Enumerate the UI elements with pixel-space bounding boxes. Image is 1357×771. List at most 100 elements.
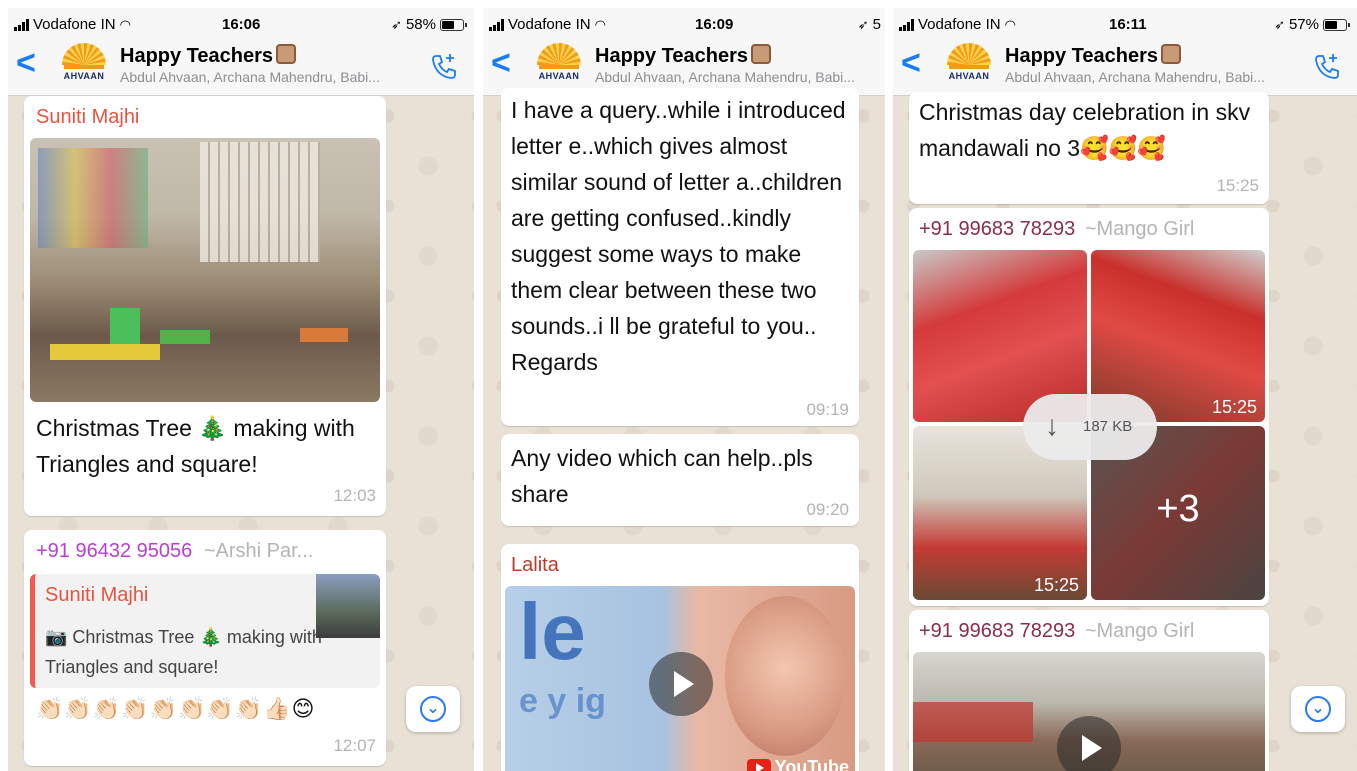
group-title[interactable]: Happy Teachers: [595, 44, 772, 68]
add-call-icon[interactable]: [430, 52, 458, 80]
message-sender[interactable]: Lalita: [511, 554, 559, 577]
status-bar: Vodafone IN ◠ 16:11 ➶ 57%: [899, 14, 1350, 36]
shared-photo[interactable]: [30, 138, 380, 402]
back-button[interactable]: <: [901, 46, 921, 80]
wifi-icon: ◠: [1004, 16, 1016, 32]
message-sender[interactable]: +91 99683 78293 ~Mango Girl: [919, 218, 1194, 241]
signal-icon: [489, 18, 504, 31]
battery-icon: [440, 18, 467, 31]
scroll-down-button[interactable]: ⌄: [1291, 686, 1345, 732]
signal-icon: [899, 18, 914, 31]
wifi-icon: ◠: [119, 16, 131, 32]
sender-alias: ~Mango Girl: [1084, 620, 1195, 642]
chat-header: Vodafone IN ◠ 16:11 ➶ 57% < AHVAAN Happy…: [893, 8, 1357, 96]
carrier-label: Vodafone IN: [918, 16, 1001, 33]
group-members[interactable]: Abdul Ahvaan, Archana Mahendru, Babi...: [120, 69, 400, 85]
message-time: 12:03: [333, 486, 376, 505]
message-sender[interactable]: +91 99683 78293 ~Mango Girl: [919, 620, 1194, 643]
location-icon: ➶: [391, 16, 402, 32]
location-icon: ➶: [857, 16, 869, 32]
logo-text: AHVAAN: [63, 71, 105, 81]
download-arrow-icon: ↓: [1045, 410, 1059, 441]
quoted-message[interactable]: Suniti Majhi 📷 Christmas Tree 🎄 making w…: [30, 574, 380, 688]
status-clock: 16:09: [695, 16, 734, 33]
video-thumbnail[interactable]: le e y ig YouTube: [505, 586, 855, 771]
group-members[interactable]: Abdul Ahvaan, Archana Mahendru, Babi...: [595, 69, 875, 85]
play-icon[interactable]: [649, 652, 713, 716]
message-bubble[interactable]: I have a query..while i introduced lette…: [501, 88, 859, 426]
play-icon[interactable]: [1057, 716, 1121, 771]
signal-icon: [14, 18, 29, 31]
chat-header: Vodafone IN ◠ 16:06 ➶ 58% < AHVAAN Happy…: [8, 8, 474, 96]
phone-screen-3: Vodafone IN ◠ 16:11 ➶ 57% < AHVAAN Happy…: [893, 8, 1357, 771]
group-members[interactable]: Abdul Ahvaan, Archana Mahendru, Babi...: [1005, 69, 1285, 85]
phone-screen-1: Vodafone IN ◠ 16:06 ➶ 58% < AHVAAN Happy…: [8, 8, 474, 771]
battery-percent: 57%: [1288, 16, 1319, 33]
reaction-emojis: 👏🏻👏🏻👏🏻👏🏻👏🏻👏🏻👏🏻👏🏻👍🏻😊: [36, 696, 316, 721]
phone-screen-2: Vodafone IN ◠ 16:09 ➶ 5 < AHVAAN Happy T…: [483, 8, 885, 771]
teacher-emoji-icon: [1161, 44, 1182, 64]
message-bubble[interactable]: Suniti Majhi Christmas Tree 🎄 making wit…: [24, 96, 386, 516]
photo-caption: Christmas Tree 🎄 making with Triangles a…: [36, 415, 355, 477]
battery-percent: 58%: [405, 16, 436, 33]
group-avatar[interactable]: AHVAAN: [533, 41, 585, 91]
message-time: 15:25: [1216, 176, 1259, 195]
message-bubble[interactable]: Lalita le e y ig YouTube: [501, 544, 859, 771]
sender-alias: ~Mango Girl: [1084, 218, 1195, 240]
chevron-down-icon: ⌄: [1305, 696, 1331, 722]
video-text: le: [519, 587, 586, 676]
video-thumbnail[interactable]: [913, 652, 1265, 771]
group-avatar[interactable]: AHVAAN: [943, 41, 995, 91]
message-text: Any video which can help..pls share: [511, 445, 813, 507]
sun-logo-icon: [947, 43, 991, 65]
message-bubble[interactable]: +91 99683 78293 ~Mango Girl: [909, 610, 1269, 771]
status-clock: 16:06: [222, 16, 261, 33]
message-bubble[interactable]: +91 99683 78293 ~Mango Girl 15:25 15:25 …: [909, 208, 1269, 606]
more-photos-count: +3: [1156, 488, 1200, 530]
video-face: [725, 596, 845, 756]
scroll-down-button[interactable]: ⌄: [406, 686, 460, 732]
group-title[interactable]: Happy Teachers: [1005, 44, 1182, 68]
status-bar: Vodafone IN ◠ 16:06 ➶ 58%: [14, 14, 467, 36]
message-bubble[interactable]: +91 96432 95056 ~Arshi Par... Suniti Maj…: [24, 530, 386, 766]
status-bar: Vodafone IN ◠ 16:09 ➶ 5: [489, 14, 881, 36]
battery-percent: 5: [872, 16, 881, 33]
group-avatar[interactable]: AHVAAN: [58, 41, 110, 91]
chevron-down-icon: ⌄: [420, 696, 446, 722]
sun-logo-icon: [62, 43, 106, 65]
status-clock: 16:11: [1109, 16, 1147, 33]
teacher-emoji-icon: [276, 44, 297, 64]
message-text: I have a query..while i introduced lette…: [511, 97, 846, 375]
video-text-2: e y ig: [519, 682, 606, 720]
add-call-icon[interactable]: [1313, 52, 1341, 80]
chat-header: Vodafone IN ◠ 16:09 ➶ 5 < AHVAAN Happy T…: [483, 8, 885, 96]
back-button[interactable]: <: [16, 46, 36, 80]
message-bubble[interactable]: Christmas day celebration in skv mandawa…: [909, 92, 1269, 204]
message-text: Christmas day celebration in skv mandawa…: [919, 99, 1251, 161]
quote-sender: Suniti Majhi: [45, 584, 149, 606]
logo-text: AHVAAN: [948, 71, 990, 81]
quote-text: 📷 Christmas Tree 🎄 making with Triangles…: [45, 627, 322, 677]
back-button[interactable]: <: [491, 46, 511, 80]
message-bubble[interactable]: Any video which can help..pls share 09:2…: [501, 434, 859, 526]
sun-logo-icon: [537, 43, 581, 65]
group-title[interactable]: Happy Teachers: [120, 44, 297, 68]
message-time: 09:19: [806, 400, 849, 419]
message-time: 12:07: [333, 736, 376, 755]
quote-thumbnail: [316, 574, 380, 638]
download-size: 187 KB: [1083, 418, 1133, 435]
youtube-badge: YouTube: [746, 757, 849, 771]
sender-alias: ~Arshi Par...: [203, 540, 314, 562]
youtube-icon: [746, 759, 771, 771]
message-sender[interactable]: Suniti Majhi: [36, 106, 139, 129]
message-time: 09:20: [806, 500, 849, 519]
paper-tree: [110, 308, 140, 344]
wifi-icon: ◠: [594, 16, 606, 32]
download-button[interactable]: ↓ 187 KB: [1023, 394, 1157, 460]
battery-icon: [1323, 18, 1350, 31]
photo-time: 15:25: [1033, 575, 1079, 595]
carrier-label: Vodafone IN: [33, 16, 116, 33]
teacher-emoji-icon: [751, 44, 772, 64]
carrier-label: Vodafone IN: [508, 16, 591, 33]
message-sender[interactable]: +91 96432 95056 ~Arshi Par...: [36, 540, 313, 563]
